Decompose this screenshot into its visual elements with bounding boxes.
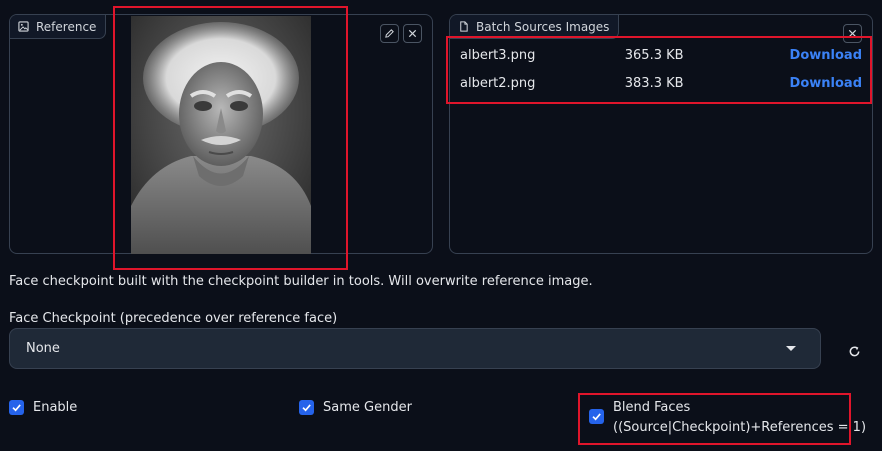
download-link[interactable]: Download <box>790 48 862 63</box>
enable-checkbox[interactable]: Enable <box>9 400 77 415</box>
batch-sources-tag: Batch Sources Images <box>450 15 620 39</box>
file-row: albert2.png 383.3 KB Download <box>460 70 862 96</box>
refresh-icon <box>849 345 859 356</box>
face-checkpoint-value: None <box>26 341 60 356</box>
reference-image-panel[interactable]: Reference <box>9 14 433 254</box>
close-icon <box>848 29 857 38</box>
reference-portrait-image <box>131 16 311 254</box>
blend-faces-sublabel: ((Source|Checkpoint)+References = 1) <box>613 420 867 435</box>
edit-button[interactable] <box>380 24 399 43</box>
chevron-down-icon <box>786 346 796 351</box>
file-row: albert3.png 365.3 KB Download <box>460 42 862 68</box>
blend-faces-text: Blend Faces ((Source|Checkpoint)+Referen… <box>613 400 866 435</box>
file-name: albert2.png <box>460 75 536 91</box>
file-size: 365.3 KB <box>624 47 684 63</box>
checkbox-checked-icon <box>589 409 604 424</box>
file-size: 383.3 KB <box>624 75 684 91</box>
face-checkpoint-label: Face Checkpoint (precedence over referen… <box>9 311 338 326</box>
file-name: albert3.png <box>460 47 536 63</box>
enable-label: Enable <box>33 400 78 415</box>
batch-sources-label: Batch Sources Images <box>476 19 610 34</box>
same-gender-label: Same Gender <box>323 400 412 415</box>
blend-faces-checkbox[interactable]: Blend Faces ((Source|Checkpoint)+Referen… <box>589 400 866 435</box>
file-icon <box>460 21 468 32</box>
reference-tag: Reference <box>10 15 107 39</box>
clear-reference-button[interactable] <box>403 24 422 43</box>
close-icon <box>408 29 417 38</box>
checkpoint-info-text: Face checkpoint built with the checkpoin… <box>9 274 593 289</box>
batch-sources-panel[interactable]: Batch Sources Images albert3.png 365.3 K… <box>449 14 873 254</box>
download-link[interactable]: Download <box>790 76 862 91</box>
clear-batch-button[interactable] <box>843 24 862 43</box>
face-checkpoint-dropdown[interactable]: None <box>9 328 821 369</box>
refresh-button[interactable] <box>842 339 866 363</box>
reference-label: Reference <box>36 19 97 34</box>
same-gender-checkbox[interactable]: Same Gender <box>299 400 412 415</box>
checkbox-checked-icon <box>9 400 24 415</box>
image-icon <box>18 21 29 32</box>
blend-faces-label: Blend Faces <box>613 400 691 415</box>
pencil-icon <box>385 29 394 38</box>
checkbox-checked-icon <box>299 400 314 415</box>
